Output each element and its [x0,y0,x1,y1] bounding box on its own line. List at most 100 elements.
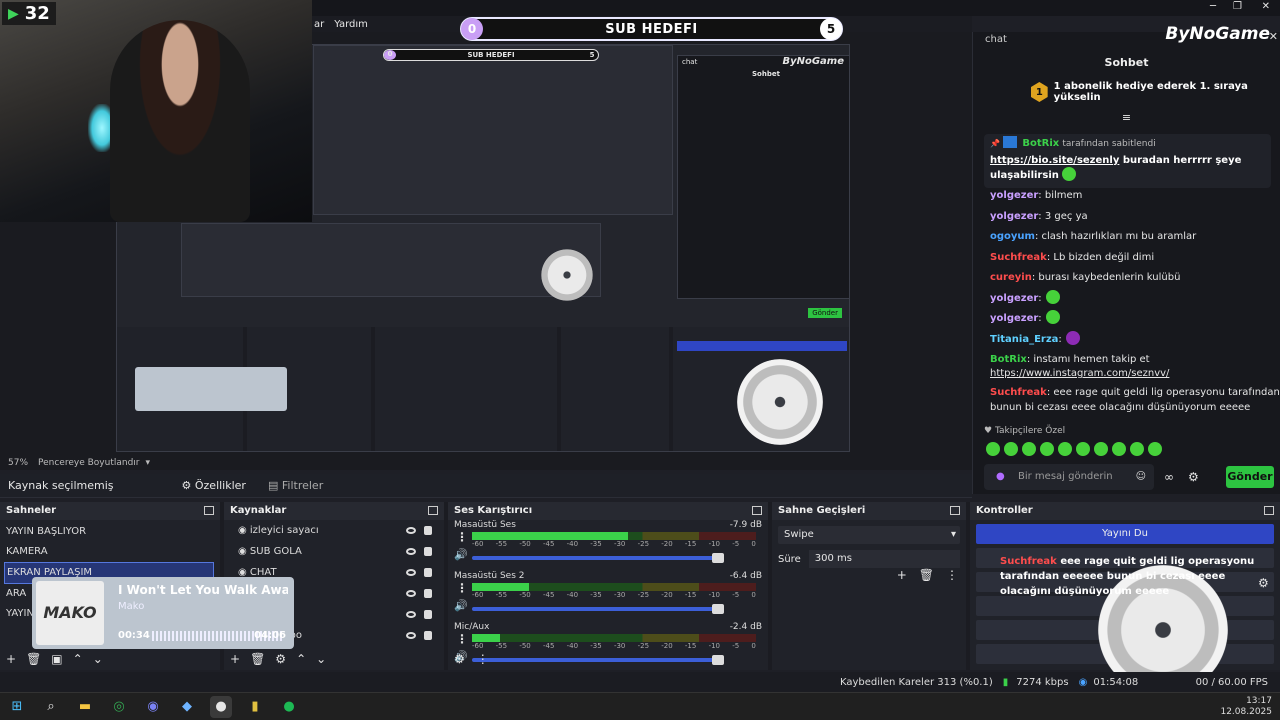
volume-slider[interactable] [472,655,724,665]
chat-message-input[interactable]: ● Bir mesaj gönderin ☺ [984,464,1154,490]
move-up-button[interactable]: ⌃ [296,652,306,666]
track-artist: Mako [118,601,145,612]
menu-item-partial[interactable]: ar [314,19,324,30]
infinity-icon[interactable]: ∞ [1164,470,1174,484]
remove-scene-button[interactable]: 🗑 [26,652,41,666]
volume-meter [472,583,756,591]
visibility-eye-icon[interactable] [406,527,416,534]
emote-icon[interactable] [1058,442,1072,456]
folder-icon[interactable]: ▬ [74,696,96,718]
gear-icon[interactable]: ⚙ [1258,576,1269,590]
system-tray-clock[interactable]: 13:17 12.08.2025 [1220,696,1272,718]
emote-icon[interactable] [1094,442,1108,456]
emoji-icon[interactable]: ☺ [1136,464,1146,490]
visibility-eye-icon[interactable] [406,632,416,639]
volume-knob[interactable] [712,604,724,614]
volume-slider[interactable] [472,553,724,563]
duration-input[interactable]: 300 ms [808,550,960,568]
app-icon[interactable]: ◆ [176,696,198,718]
move-up-button[interactable]: ⌃ [73,652,83,666]
add-scene-button[interactable]: + [6,652,16,666]
heart-icon: ♥ [984,426,993,436]
maximize-button[interactable]: ❐ [1233,1,1242,12]
scene-transitions-panel: Sahne Geçişleri Swipe Süre 300 ms + 🗑 ⋮ [772,502,966,670]
volume-knob[interactable] [712,553,724,563]
undock-icon[interactable] [204,506,214,515]
pinned-link[interactable]: https://bio.site/sezenly [990,155,1119,166]
lock-icon[interactable] [424,547,432,556]
undock-icon[interactable] [1264,506,1274,515]
move-down-button[interactable]: ⌄ [316,652,326,666]
volume-slider[interactable] [472,604,724,614]
chat-close-icon[interactable]: ✕ [1269,30,1278,43]
spotify-icon[interactable]: ● [278,696,300,718]
scene-item[interactable]: KAMERA [0,542,220,562]
obs-icon[interactable]: ● [210,695,232,718]
send-button[interactable]: Gönder [1226,466,1274,488]
track-duration: 04:06 [254,630,286,641]
gift-banner[interactable]: 1 1 abonelik hediye ederek 1. sıraya yük… [1031,81,1280,103]
mixer-settings-button[interactable]: ⚙ [454,652,465,666]
visibility-eye-icon[interactable] [406,548,416,555]
chat-instagram-link[interactable]: https://www.instagram.com/seznvv/ [990,364,1169,384]
add-transition-button[interactable]: + [897,568,907,582]
emote-icon[interactable] [986,442,1000,456]
emote-icon[interactable] [1004,442,1018,456]
emote-icon[interactable] [1040,442,1054,456]
undock-icon[interactable] [428,506,438,515]
volume-knob[interactable] [712,655,724,665]
start-stream-button[interactable]: Yayını Du [976,524,1274,544]
undock-icon[interactable] [950,506,960,515]
mixer-menu-button[interactable]: ⋮ [477,652,489,666]
goal-target: 5 [820,18,842,40]
lock-icon[interactable] [424,568,432,577]
filters-button[interactable]: ▤ Filtreler [268,479,323,492]
properties-button[interactable]: ⚙ Özellikler [182,479,246,492]
remove-transition-button[interactable]: 🗑 [919,568,934,582]
source-item[interactable]: ◉ SUB GOLA [224,541,444,562]
remove-source-button[interactable]: 🗑 [250,652,265,666]
viewer-counter: ▶ 32 [2,2,56,25]
chevron-down-icon: ▾ [145,458,151,468]
source-settings-button[interactable]: ⚙ [275,652,286,666]
chrome-icon[interactable]: ◎ [108,696,130,718]
undock-icon[interactable] [752,506,762,515]
lock-icon[interactable] [424,589,432,598]
emote-icon[interactable] [1130,442,1144,456]
channel-menu-icon[interactable]: ⋮ [456,530,468,544]
emote-icon[interactable] [1148,442,1162,456]
sub-goal-bar: 0 SUB HEDEFI 5 [460,17,843,41]
visibility-eye-icon[interactable] [406,590,416,597]
discord-icon[interactable]: ◉ [142,696,164,718]
transition-select[interactable]: Swipe [778,526,960,544]
windows-icon[interactable]: ⊞ [6,696,28,718]
visibility-eye-icon[interactable] [406,611,416,618]
emote-icon[interactable] [1112,442,1126,456]
mic-icon: ● [996,471,1005,482]
scene-item[interactable]: YAYIN BAŞLIYOR [0,522,220,542]
move-down-button[interactable]: ⌄ [93,652,103,666]
emote-icon[interactable] [1022,442,1036,456]
shell-icon[interactable]: ▮ [244,696,266,718]
menu-item-help[interactable]: Yardım [334,19,368,30]
channel-menu-icon[interactable]: ⋮ [456,581,468,595]
chat-menu-icon[interactable]: ≡ [973,111,1280,124]
channel-menu-icon[interactable]: ⋮ [456,632,468,646]
minimize-button[interactable]: ─ [1210,1,1216,12]
emote-icon[interactable] [1076,442,1090,456]
add-source-button[interactable]: + [230,652,240,666]
source-item[interactable]: ◉ izleyici sayacı [224,520,444,541]
lock-icon[interactable] [424,526,432,535]
pinned-message[interactable]: 📌 BotRix tarafından sabitlendi https://b… [984,134,1271,188]
search-icon[interactable]: ⌕ [40,696,62,718]
speaker-icon[interactable]: 🔊 [454,548,468,561]
fit-window-dropdown[interactable]: Pencereye Boyutlandır [38,458,139,468]
close-window-button[interactable]: ✕ [1262,1,1270,12]
visibility-eye-icon[interactable] [406,569,416,576]
lock-icon[interactable] [424,610,432,619]
transition-menu-button[interactable]: ⋮ [946,568,958,582]
gear-icon[interactable]: ⚙ [1188,470,1199,484]
speaker-icon[interactable]: 🔊 [454,599,468,612]
scene-filters-button[interactable]: ▣ [51,652,62,666]
lock-icon[interactable] [424,631,432,640]
